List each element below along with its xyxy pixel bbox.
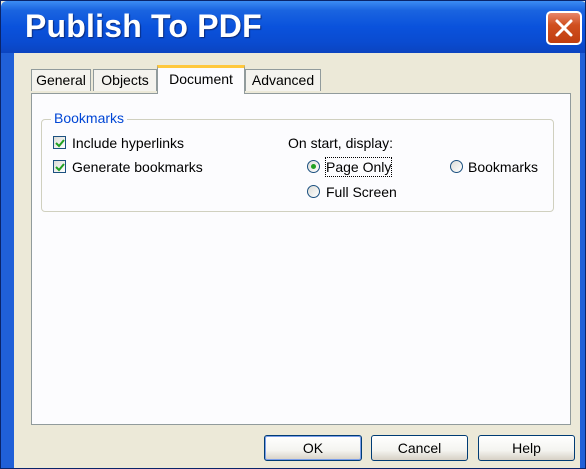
page-only-radio[interactable] xyxy=(307,160,320,173)
radio-selected-dot xyxy=(311,164,316,169)
help-button[interactable]: Help xyxy=(478,435,575,461)
window-frame-right xyxy=(580,53,585,468)
cancel-button[interactable]: Cancel xyxy=(371,435,468,461)
checkmark-icon xyxy=(55,163,65,172)
window-title: Publish To PDF xyxy=(25,8,262,44)
full-screen-label[interactable]: Full Screen xyxy=(326,183,397,201)
tab-document[interactable]: Document xyxy=(157,65,245,94)
publish-to-pdf-dialog: Publish To PDF General Objects Document … xyxy=(0,0,586,469)
ok-button[interactable]: OK xyxy=(264,435,362,461)
tab-objects[interactable]: Objects xyxy=(93,69,157,91)
bookmarks-radio[interactable] xyxy=(450,160,463,173)
close-icon xyxy=(555,19,573,37)
close-button[interactable] xyxy=(546,11,582,45)
include-hyperlinks-checkbox[interactable] xyxy=(53,136,66,149)
checkmark-icon xyxy=(55,139,65,148)
generate-bookmarks-label[interactable]: Generate bookmarks xyxy=(72,158,203,176)
window-frame-left xyxy=(1,53,14,468)
tab-advanced[interactable]: Advanced xyxy=(245,69,321,91)
bookmarks-radio-label[interactable]: Bookmarks xyxy=(468,158,538,176)
page-only-label[interactable]: Page Only xyxy=(324,157,393,177)
tab-general[interactable]: General xyxy=(31,69,91,91)
on-start-display-label: On start, display: xyxy=(288,135,394,151)
include-hyperlinks-label[interactable]: Include hyperlinks xyxy=(72,134,184,152)
bookmarks-group-label: Bookmarks xyxy=(51,109,128,127)
title-bar[interactable]: Publish To PDF xyxy=(1,1,585,53)
generate-bookmarks-checkbox[interactable] xyxy=(53,160,66,173)
full-screen-radio[interactable] xyxy=(307,185,320,198)
